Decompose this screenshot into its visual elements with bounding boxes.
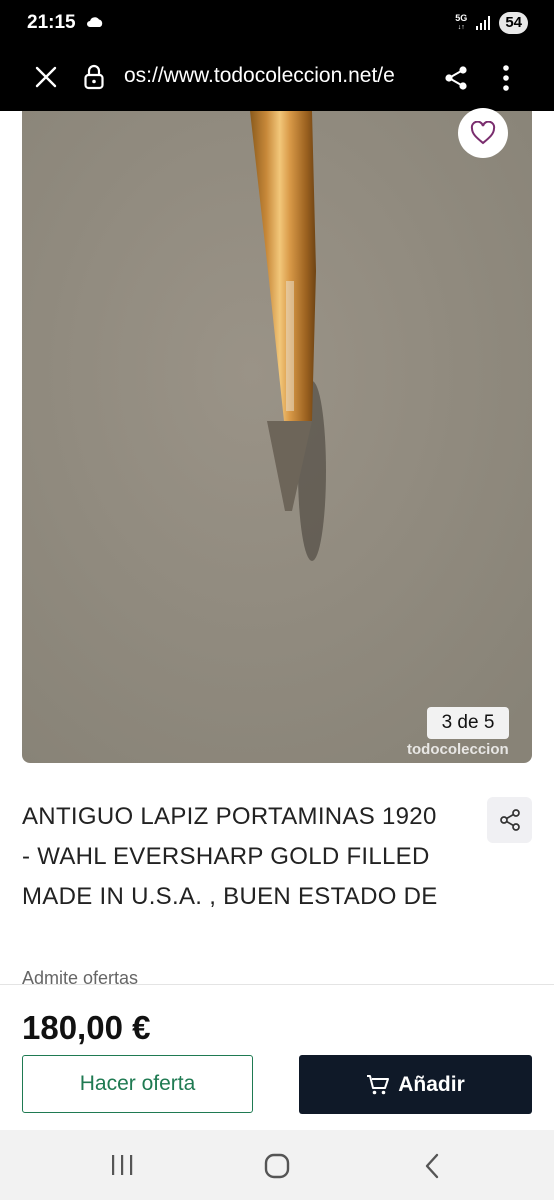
data-arrows-icon: ↓↑: [457, 24, 465, 31]
heart-icon: [470, 121, 496, 145]
battery-icon: 54: [499, 12, 528, 34]
add-to-cart-button[interactable]: Añadir: [299, 1055, 532, 1114]
price: 180,00 €: [22, 1009, 151, 1046]
product-title: ANTIGUO LAPIZ PORTAMINAS 1920 - WAHL EVE…: [22, 803, 438, 910]
make-offer-label: Hacer oferta: [79, 1072, 196, 1095]
back-icon[interactable]: [424, 1153, 440, 1179]
share-icon: [499, 809, 520, 831]
close-icon[interactable]: [35, 66, 57, 88]
url-field[interactable]: os://www.todocoleccion.net/e: [124, 64, 422, 88]
recents-icon[interactable]: [110, 1154, 134, 1176]
favorite-button[interactable]: [458, 108, 508, 158]
pencil-photo: [22, 111, 532, 763]
cloud-icon: [87, 17, 103, 27]
status-indicators: 5G ↓↑ 54: [455, 12, 528, 34]
more-icon[interactable]: [502, 64, 510, 92]
system-nav-bar: [0, 1130, 554, 1200]
product-share-button[interactable]: [487, 797, 532, 843]
purchase-panel: 180,00 € Hacer oferta Añadir: [0, 984, 554, 1131]
home-icon[interactable]: [264, 1153, 290, 1179]
status-bar: 21:15 5G ↓↑ 54: [0, 0, 554, 50]
cart-icon: [367, 1074, 390, 1094]
watermark: todocoleccion: [407, 741, 509, 758]
offers-accepted-label: Admite ofertas: [22, 968, 139, 984]
share-icon[interactable]: [443, 65, 469, 91]
network-label: 5G: [455, 13, 468, 23]
make-offer-button[interactable]: Hacer oferta: [22, 1055, 253, 1113]
image-counter: 3 de 5: [427, 707, 509, 739]
signal-icon: [476, 16, 491, 30]
lock-icon[interactable]: [83, 64, 105, 90]
add-to-cart-label: Añadir: [398, 1072, 465, 1096]
network-indicator: 5G ↓↑: [455, 14, 467, 32]
product-image[interactable]: [22, 111, 532, 763]
browser-toolbar: os://www.todocoleccion.net/e: [0, 50, 554, 111]
status-time: 21:15: [27, 12, 76, 33]
